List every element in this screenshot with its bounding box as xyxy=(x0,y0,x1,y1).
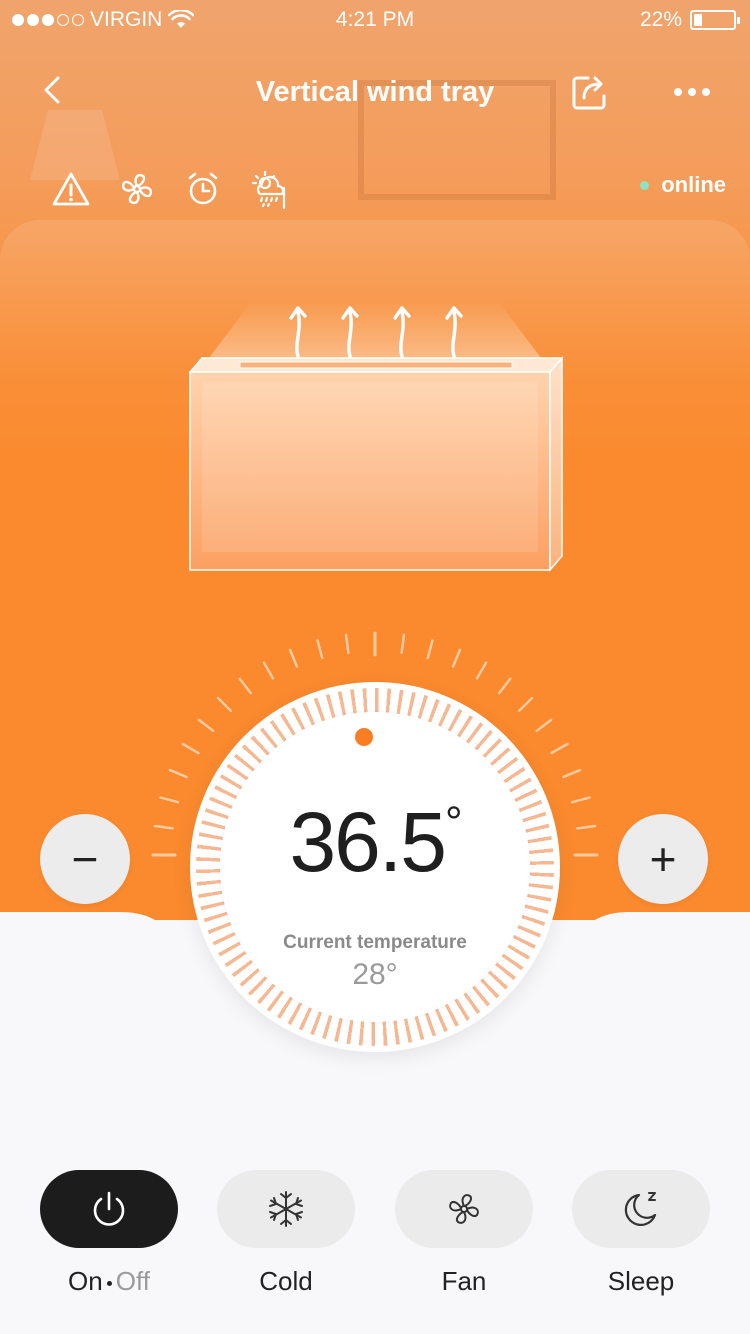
power-icon xyxy=(93,1191,125,1226)
dial-tick xyxy=(181,742,200,755)
wind-tray-device-illustration xyxy=(188,356,564,572)
battery-icon xyxy=(690,10,740,30)
sleep-label: Sleep xyxy=(607,1266,675,1296)
current-temperature-value: 28° xyxy=(352,958,398,991)
decrease-temperature-button[interactable]: − xyxy=(40,814,130,904)
moon-sleep-icon xyxy=(624,1192,657,1226)
sleep-mode-button[interactable] xyxy=(572,1170,710,1248)
dial-tick xyxy=(562,768,582,779)
online-indicator-dot xyxy=(640,180,650,190)
mode-sleep: Sleep xyxy=(572,1170,710,1297)
dial-tick xyxy=(216,696,233,713)
dial-tick xyxy=(400,633,406,654)
nav-bar: Vertical wind tray xyxy=(0,62,750,122)
dial-tick xyxy=(238,677,253,695)
dial-handle[interactable] xyxy=(355,728,373,746)
airflow-arrows-icon xyxy=(289,306,463,358)
warning-icon[interactable] xyxy=(50,168,92,210)
current-temperature-label: Current temperature xyxy=(283,932,467,953)
set-temperature: 36.5° xyxy=(190,794,560,891)
degree-symbol: ° xyxy=(444,798,463,847)
power-label: On Off xyxy=(40,1266,178,1297)
dial-tick xyxy=(159,796,180,804)
power-on-label: On xyxy=(68,1266,103,1296)
power-off-label: Off xyxy=(115,1266,150,1296)
fan-label: Fan xyxy=(441,1266,487,1296)
battery-fill xyxy=(694,14,703,26)
temperature-dial[interactable]: 36.5° Current temperature 28° xyxy=(190,682,560,1052)
dial-tick xyxy=(550,742,569,755)
status-right: 22% xyxy=(639,8,740,32)
cold-mode-button[interactable] xyxy=(217,1170,355,1248)
mode-cold: Cold xyxy=(217,1170,355,1297)
dial-tick xyxy=(262,661,275,680)
mode-power: On Off xyxy=(40,1170,178,1297)
fan-icon xyxy=(449,1194,479,1224)
fan-mode-button[interactable] xyxy=(395,1170,533,1248)
dial-tick xyxy=(426,639,434,660)
dial-tick xyxy=(288,648,299,668)
snowflake-icon xyxy=(269,1191,303,1227)
status-bar: VIRGIN 4:21 PM 22% xyxy=(0,0,750,40)
fan-icon[interactable] xyxy=(116,168,158,210)
dial-tick xyxy=(535,718,553,733)
dial-tick xyxy=(153,824,174,830)
mode-fan: Fan xyxy=(395,1170,533,1297)
alarm-clock-icon[interactable] xyxy=(182,168,224,210)
connection-label: online xyxy=(661,172,726,197)
more-dots-icon[interactable] xyxy=(668,72,716,112)
dial-tick xyxy=(570,796,591,804)
power-button[interactable] xyxy=(40,1170,178,1248)
dial-tick xyxy=(475,661,488,680)
mode-bar: On Off Cold Fan Sleep xyxy=(0,1170,750,1310)
connection-status: online xyxy=(640,172,726,198)
increase-temperature-button[interactable]: + xyxy=(618,814,708,904)
dial-tick xyxy=(497,677,512,695)
dial-tick xyxy=(344,633,350,654)
weather-icon[interactable] xyxy=(248,168,290,210)
page-title: Vertical wind tray xyxy=(255,76,495,108)
dial-tick xyxy=(451,648,462,668)
cold-label: Cold xyxy=(259,1266,313,1296)
dial-tick xyxy=(168,768,188,779)
dial-tick xyxy=(197,718,215,733)
battery-percent: 22% xyxy=(639,8,682,31)
status-icons xyxy=(50,168,290,210)
set-temperature-value: 36.5 xyxy=(289,795,446,889)
status-time: 4:21 PM xyxy=(335,8,415,31)
share-icon[interactable] xyxy=(568,70,612,114)
dial-tick xyxy=(576,824,597,830)
dial-tick xyxy=(316,639,324,660)
dial-tick xyxy=(517,696,534,713)
